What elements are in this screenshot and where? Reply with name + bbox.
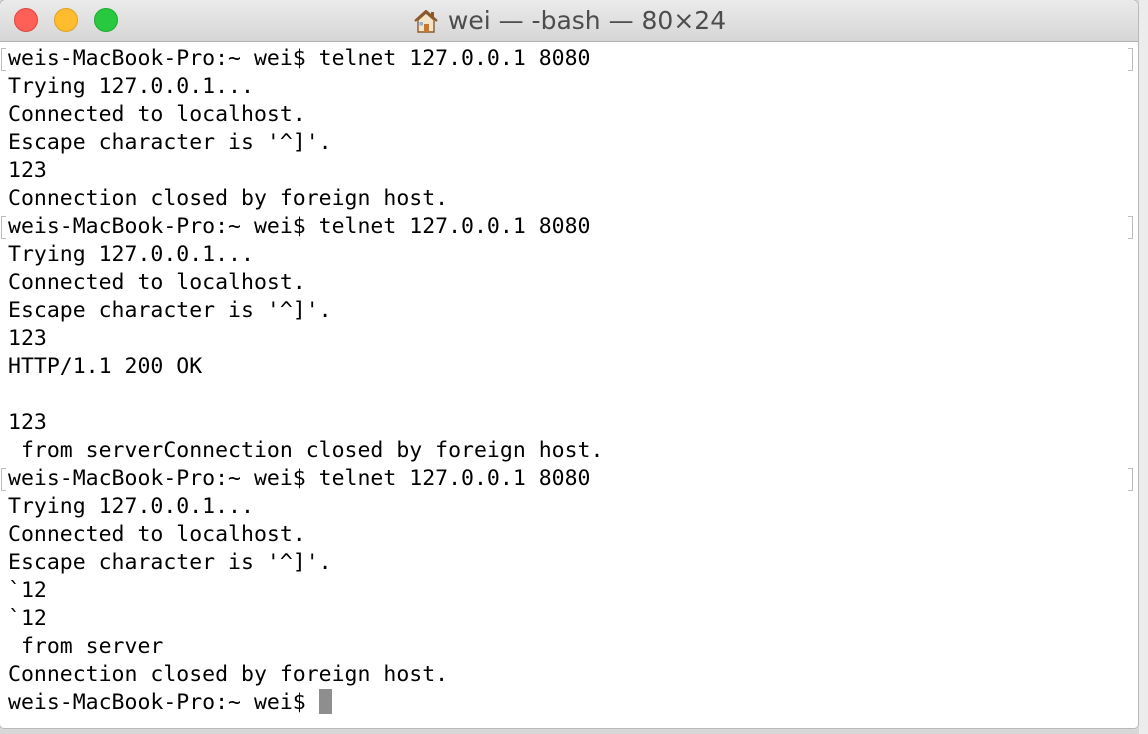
terminal-line-text: 123 [8,158,47,183]
terminal-line: Escape character is '^]'. [0,297,1138,325]
terminal-content[interactable]: weis-MacBook-Pro:~ wei$ telnet 127.0.0.1… [0,45,1138,728]
command-mark-left [1,468,6,491]
terminal-line-text: 123 [8,410,47,435]
terminal-line: HTTP/1.1 200 OK [0,353,1138,381]
window-title-area: wei — -bash — 80×24 [0,0,1138,41]
terminal-line: Escape character is '^]'. [0,549,1138,577]
prompt-text: weis-MacBook-Pro:~ wei$ [8,690,319,715]
terminal-line: Connection closed by foreign host. [0,185,1138,213]
text-cursor [318,689,332,714]
terminal-line: 123 [0,409,1138,437]
terminal-line: weis-MacBook-Pro:~ wei$ telnet 127.0.0.1… [0,45,1138,73]
terminal-line: Trying 127.0.0.1... [0,493,1138,521]
window-title: wei — -bash — 80×24 [447,6,727,35]
command-mark-right [1128,216,1133,239]
background-window-edge [1139,0,1148,734]
terminal-line: weis-MacBook-Pro:~ wei$ telnet 127.0.0.1… [0,213,1138,241]
terminal-line: Connected to localhost. [0,521,1138,549]
terminal-line-text: weis-MacBook-Pro:~ wei$ telnet 127.0.0.1… [8,46,591,71]
terminal-line: Connected to localhost. [0,101,1138,129]
terminal-line-text: `12 [8,578,47,603]
terminal-line: Escape character is '^]'. [0,129,1138,157]
terminal-line-text: weis-MacBook-Pro:~ wei$ telnet 127.0.0.1… [8,214,591,239]
terminal-line: weis-MacBook-Pro:~ wei$ telnet 127.0.0.1… [0,465,1138,493]
terminal-line-text: Trying 127.0.0.1... [8,494,254,519]
terminal-window: wei — -bash — 80×24 weis-MacBook-Pro:~ w… [0,0,1138,728]
terminal-line: 123 [0,325,1138,353]
terminal-line-text: Connected to localhost. [8,270,306,295]
command-mark-left [1,48,6,71]
terminal-line-text: Trying 127.0.0.1... [8,74,254,99]
terminal-line-text: Connection closed by foreign host. [8,186,449,211]
terminal-line: Connected to localhost. [0,269,1138,297]
terminal-line-text: weis-MacBook-Pro:~ wei$ telnet 127.0.0.1… [8,466,591,491]
command-mark-right [1128,468,1133,491]
terminal-line: Trying 127.0.0.1... [0,241,1138,269]
home-icon [412,8,440,34]
terminal-line: `12 [0,605,1138,633]
command-mark-left [1,216,6,239]
terminal-line-text: 123 [8,326,47,351]
terminal-line-text: Connected to localhost. [8,522,306,547]
terminal-line-text: from serverConnection closed by foreign … [8,438,604,463]
terminal-line-text: Connection closed by foreign host. [8,662,449,687]
terminal-line-text: Trying 127.0.0.1... [8,242,254,267]
terminal-line-text: from server [8,634,164,659]
title-bar[interactable]: wei — -bash — 80×24 [0,0,1138,42]
terminal-line: 123 [0,157,1138,185]
terminal-line-text: `12 [8,606,47,631]
terminal-prompt-line[interactable]: weis-MacBook-Pro:~ wei$ [0,689,1138,717]
terminal-line-text: Escape character is '^]'. [8,130,332,155]
terminal-line-text: HTTP/1.1 200 OK [8,354,203,379]
terminal-line: Connection closed by foreign host. [0,661,1138,689]
terminal-line: from serverConnection closed by foreign … [0,437,1138,465]
terminal-line: from server [0,633,1138,661]
terminal-line-text: Escape character is '^]'. [8,298,332,323]
command-mark-right [1128,48,1133,71]
terminal-line: Trying 127.0.0.1... [0,73,1138,101]
terminal-line-text: Connected to localhost. [8,102,306,127]
terminal-line-text: Escape character is '^]'. [8,550,332,575]
terminal-line: `12 [0,577,1138,605]
